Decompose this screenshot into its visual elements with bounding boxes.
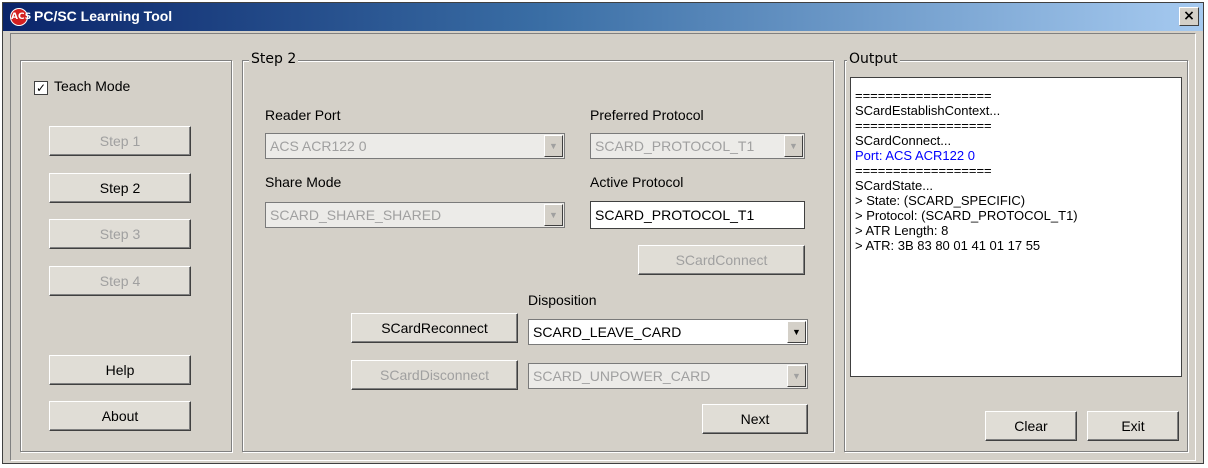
share-mode-label: Share Mode (265, 174, 342, 190)
step-4-button[interactable]: Step 4 (49, 266, 191, 296)
step-panel: Step 2 Reader Port ACS ACR122 0 ▼ Prefer… (242, 51, 834, 452)
log-line: SCardConnect... (855, 133, 952, 148)
preferred-protocol-label: Preferred Protocol (590, 107, 704, 123)
log-line: Port: ACS ACR122 0 (855, 148, 975, 163)
next-button[interactable]: Next (702, 404, 808, 434)
step-panel-title: Step 2 (249, 51, 299, 67)
share-mode-select[interactable]: SCARD_SHARE_SHARED ▼ (265, 202, 565, 228)
output-log[interactable]: ================== SCardEstablishContext… (850, 77, 1182, 377)
output-panel: Output ================== SCardEstablish… (844, 51, 1188, 452)
log-line: ================== (855, 88, 992, 103)
scard-reconnect-button[interactable]: SCardReconnect (351, 313, 518, 343)
help-button[interactable]: Help (49, 355, 191, 385)
preferred-protocol-select[interactable]: SCARD_PROTOCOL_T1 ▼ (590, 133, 805, 159)
dropdown-arrow-icon[interactable]: ▼ (544, 204, 563, 226)
clear-button[interactable]: Clear (985, 411, 1077, 441)
log-line: > Protocol: (SCARD_PROTOCOL_T1) (855, 208, 1078, 223)
active-protocol-label: Active Protocol (590, 174, 684, 190)
log-line: ================== (855, 163, 992, 178)
step-1-button[interactable]: Step 1 (49, 126, 191, 156)
reader-port-select[interactable]: ACS ACR122 0 ▼ (265, 133, 565, 159)
disconnect-disposition-select[interactable]: SCARD_UNPOWER_CARD ▼ (528, 363, 808, 389)
log-line: > ATR Length: 8 (855, 223, 949, 238)
preferred-protocol-value: SCARD_PROTOCOL_T1 (595, 138, 755, 154)
step-2-button[interactable]: Step 2 (49, 173, 191, 203)
dropdown-arrow-icon[interactable]: ▼ (787, 365, 806, 387)
reader-port-value: ACS ACR122 0 (270, 138, 367, 154)
exit-button[interactable]: Exit (1087, 411, 1179, 441)
reader-port-label: Reader Port (265, 107, 341, 123)
log-line: SCardState... (855, 178, 934, 193)
scard-disconnect-button[interactable]: SCardDisconnect (351, 360, 518, 390)
dropdown-arrow-icon[interactable]: ▼ (784, 135, 803, 157)
navigation-panel: ✓ Teach Mode Step 1 Step 2 Step 3 Step 4… (20, 60, 232, 452)
log-line: > State: (SCARD_SPECIFIC) (855, 193, 1026, 208)
active-protocol-field[interactable]: SCARD_PROTOCOL_T1 (590, 201, 805, 229)
dropdown-arrow-icon[interactable]: ▼ (787, 321, 806, 343)
app-window: ACS PC/SC Learning Tool × ✓ Teach Mode S… (2, 2, 1204, 464)
disposition-label: Disposition (528, 292, 597, 308)
acs-logo-icon: ACS (10, 8, 31, 26)
reconnect-disposition-select[interactable]: SCARD_LEAVE_CARD ▼ (528, 319, 808, 345)
dropdown-arrow-icon[interactable]: ▼ (544, 135, 563, 157)
window-title: PC/SC Learning Tool (34, 8, 173, 24)
log-line: SCardEstablishContext... (855, 103, 1001, 118)
teach-mode-checkbox[interactable]: ✓ (34, 81, 48, 95)
client-area: ✓ Teach Mode Step 1 Step 2 Step 3 Step 4… (10, 33, 1196, 461)
teach-mode-label: Teach Mode (54, 78, 131, 94)
log-line: ================== (855, 118, 992, 133)
scard-connect-button[interactable]: SCardConnect (638, 245, 805, 275)
output-panel-title: Output (847, 51, 900, 67)
share-mode-value: SCARD_SHARE_SHARED (270, 207, 442, 223)
close-button[interactable]: × (1179, 7, 1199, 26)
title-bar[interactable]: ACS PC/SC Learning Tool × (3, 3, 1203, 31)
disconnect-disposition-value: SCARD_UNPOWER_CARD (533, 368, 711, 384)
step-3-button[interactable]: Step 3 (49, 219, 191, 249)
about-button[interactable]: About (49, 401, 191, 431)
log-line: > ATR: 3B 83 80 01 41 01 17 55 (855, 238, 1041, 253)
reconnect-disposition-value: SCARD_LEAVE_CARD (533, 324, 682, 340)
